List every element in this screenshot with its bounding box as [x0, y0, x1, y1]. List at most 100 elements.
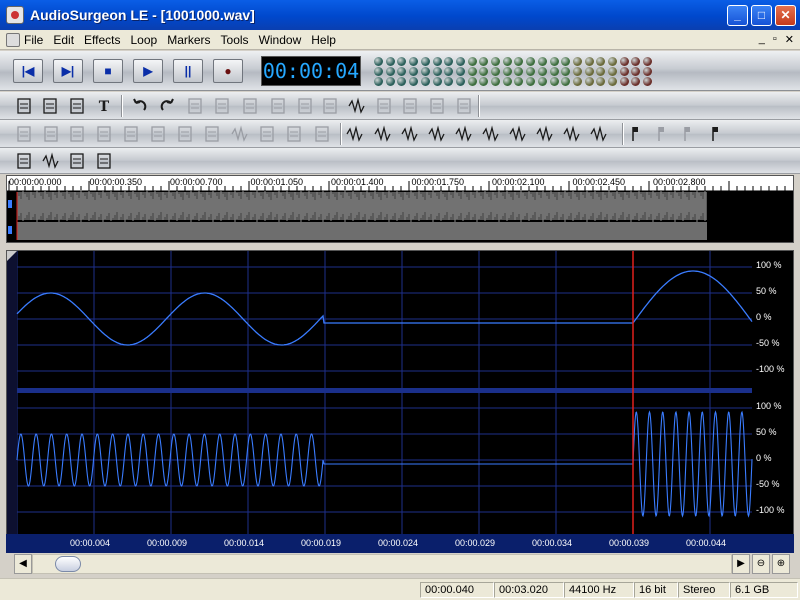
status-disk-free: 6.1 GB: [730, 582, 798, 598]
paste-disabled-icon[interactable]: [238, 94, 262, 118]
menu-file[interactable]: File: [24, 33, 49, 47]
waveform-view[interactable]: [6, 250, 794, 553]
clear-disabled-icon[interactable]: [425, 94, 449, 118]
skip-start-button[interactable]: |◀: [13, 59, 43, 83]
overview-waveform[interactable]: [7, 176, 793, 242]
paste-new-disabled-icon[interactable]: [266, 94, 290, 118]
new-file-icon[interactable]: [12, 94, 36, 118]
equalizer-disabled-icon[interactable]: [282, 122, 306, 146]
pause-button[interactable]: ||: [173, 59, 203, 83]
horizontal-scrollbar[interactable]: [32, 554, 732, 574]
menu-window[interactable]: Window: [259, 33, 308, 47]
record-button[interactable]: ●: [213, 59, 243, 83]
level-led: [631, 67, 641, 76]
marker-add-icon[interactable]: [624, 122, 648, 146]
amplitude-label: -50 %: [756, 479, 780, 489]
pop-disabled-icon[interactable]: [200, 122, 224, 146]
level-led: [467, 67, 477, 76]
paste-mix-disabled-icon[interactable]: [293, 94, 317, 118]
select-all-wave-icon[interactable]: [345, 94, 369, 118]
level-led: [526, 77, 536, 86]
stop-button[interactable]: ■: [93, 59, 123, 83]
wave-disabled-icon[interactable]: [228, 122, 252, 146]
mdi-restore-button[interactable]: ▫: [773, 33, 777, 46]
save-icon[interactable]: [65, 94, 89, 118]
level-led: [467, 57, 477, 66]
menu-tools[interactable]: Tools: [221, 33, 255, 47]
app-window: AudioSurgeon LE - [1001000.wav] _ □ ✕ Fi…: [0, 0, 800, 600]
loop-arrows-icon[interactable]: [343, 122, 367, 146]
magic-disabled-icon[interactable]: [173, 122, 197, 146]
menu-help[interactable]: Help: [311, 33, 342, 47]
loop-arrows-icon[interactable]: [371, 122, 395, 146]
marker-edit-disabled-icon[interactable]: [676, 122, 700, 146]
skip-end-button[interactable]: ▶|: [53, 59, 83, 83]
arrows-right-icon[interactable]: [587, 122, 611, 146]
menu-loop[interactable]: Loop: [131, 33, 164, 47]
copy-disabled-icon[interactable]: [210, 94, 234, 118]
text-icon[interactable]: T: [92, 94, 116, 118]
fade-out-disabled-icon[interactable]: [92, 122, 116, 146]
erase-disabled-icon[interactable]: [398, 94, 422, 118]
menu-effects[interactable]: Effects: [84, 33, 126, 47]
mdi-minimize-button[interactable]: _: [759, 33, 765, 46]
level-led: [455, 57, 465, 66]
level-led: [444, 67, 454, 76]
overview-panel[interactable]: 00:00:00.000 00:00:00.350 00:00:00.700 00:0…: [6, 175, 794, 243]
arrows-in-icon[interactable]: [398, 122, 422, 146]
select-disabled-icon[interactable]: [372, 94, 396, 118]
arrows-out-icon[interactable]: [533, 122, 557, 146]
status-sample-rate: 44100 Hz: [564, 582, 634, 598]
redo-icon[interactable]: [155, 94, 179, 118]
zoom-in-button[interactable]: ⊕: [772, 554, 790, 574]
scroll-thumb[interactable]: [55, 556, 81, 572]
marker-bowtie-icon[interactable]: [704, 122, 728, 146]
waveform-wave-icon[interactable]: [39, 149, 63, 173]
amplitude-label: -50 %: [756, 338, 780, 348]
noise-disabled-icon[interactable]: [255, 122, 279, 146]
arrows-out-icon[interactable]: [425, 122, 449, 146]
zoom-out-button[interactable]: ⊖: [752, 554, 770, 574]
level-led: [596, 57, 606, 66]
menu-markers[interactable]: Markers: [167, 33, 216, 47]
level-led: [643, 57, 653, 66]
cut-disabled-icon[interactable]: [183, 94, 207, 118]
normalize-disabled-icon[interactable]: [12, 122, 36, 146]
level-led: [444, 57, 454, 66]
level-led: [631, 57, 641, 66]
fade-in-disabled-icon[interactable]: [65, 122, 89, 146]
list-icon[interactable]: [65, 149, 89, 173]
level-led: [409, 77, 419, 86]
spectrum-icon[interactable]: [12, 149, 36, 173]
document-icon[interactable]: [6, 32, 20, 47]
trim-disabled-icon[interactable]: [318, 94, 342, 118]
title-bar[interactable]: AudioSurgeon LE - [1001000.wav] _ □ ✕: [0, 0, 800, 30]
amplify-disabled-icon[interactable]: [39, 122, 63, 146]
reverse-disabled-icon[interactable]: [119, 122, 143, 146]
scroll-right-button[interactable]: ▶: [732, 554, 750, 574]
mix-disabled-icon[interactable]: [452, 94, 476, 118]
app-icon[interactable]: [6, 6, 24, 24]
level-led: [502, 67, 512, 76]
marker-list-disabled-icon[interactable]: [650, 122, 674, 146]
open-folder-icon[interactable]: [38, 94, 62, 118]
arrows-left-icon[interactable]: [560, 122, 584, 146]
invert-disabled-icon[interactable]: [146, 122, 170, 146]
scroll-left-button[interactable]: ◀: [14, 554, 32, 574]
arrows-left-icon[interactable]: [452, 122, 476, 146]
dc-disabled-icon[interactable]: [310, 122, 334, 146]
level-led: [420, 67, 430, 76]
mdi-close-button[interactable]: ✕: [785, 33, 794, 46]
arrows-in-icon[interactable]: [506, 122, 530, 146]
close-button[interactable]: ✕: [775, 5, 796, 26]
maximize-button[interactable]: □: [751, 5, 772, 26]
arrows-right-icon[interactable]: [479, 122, 503, 146]
minimize-button[interactable]: _: [727, 5, 748, 26]
waveform-canvas[interactable]: [7, 251, 793, 535]
microphone-icon[interactable]: [92, 149, 116, 173]
undo-icon[interactable]: [128, 94, 152, 118]
level-led: [526, 57, 536, 66]
play-button[interactable]: ▶: [133, 59, 163, 83]
menu-edit[interactable]: Edit: [53, 33, 80, 47]
level-led: [619, 77, 629, 86]
